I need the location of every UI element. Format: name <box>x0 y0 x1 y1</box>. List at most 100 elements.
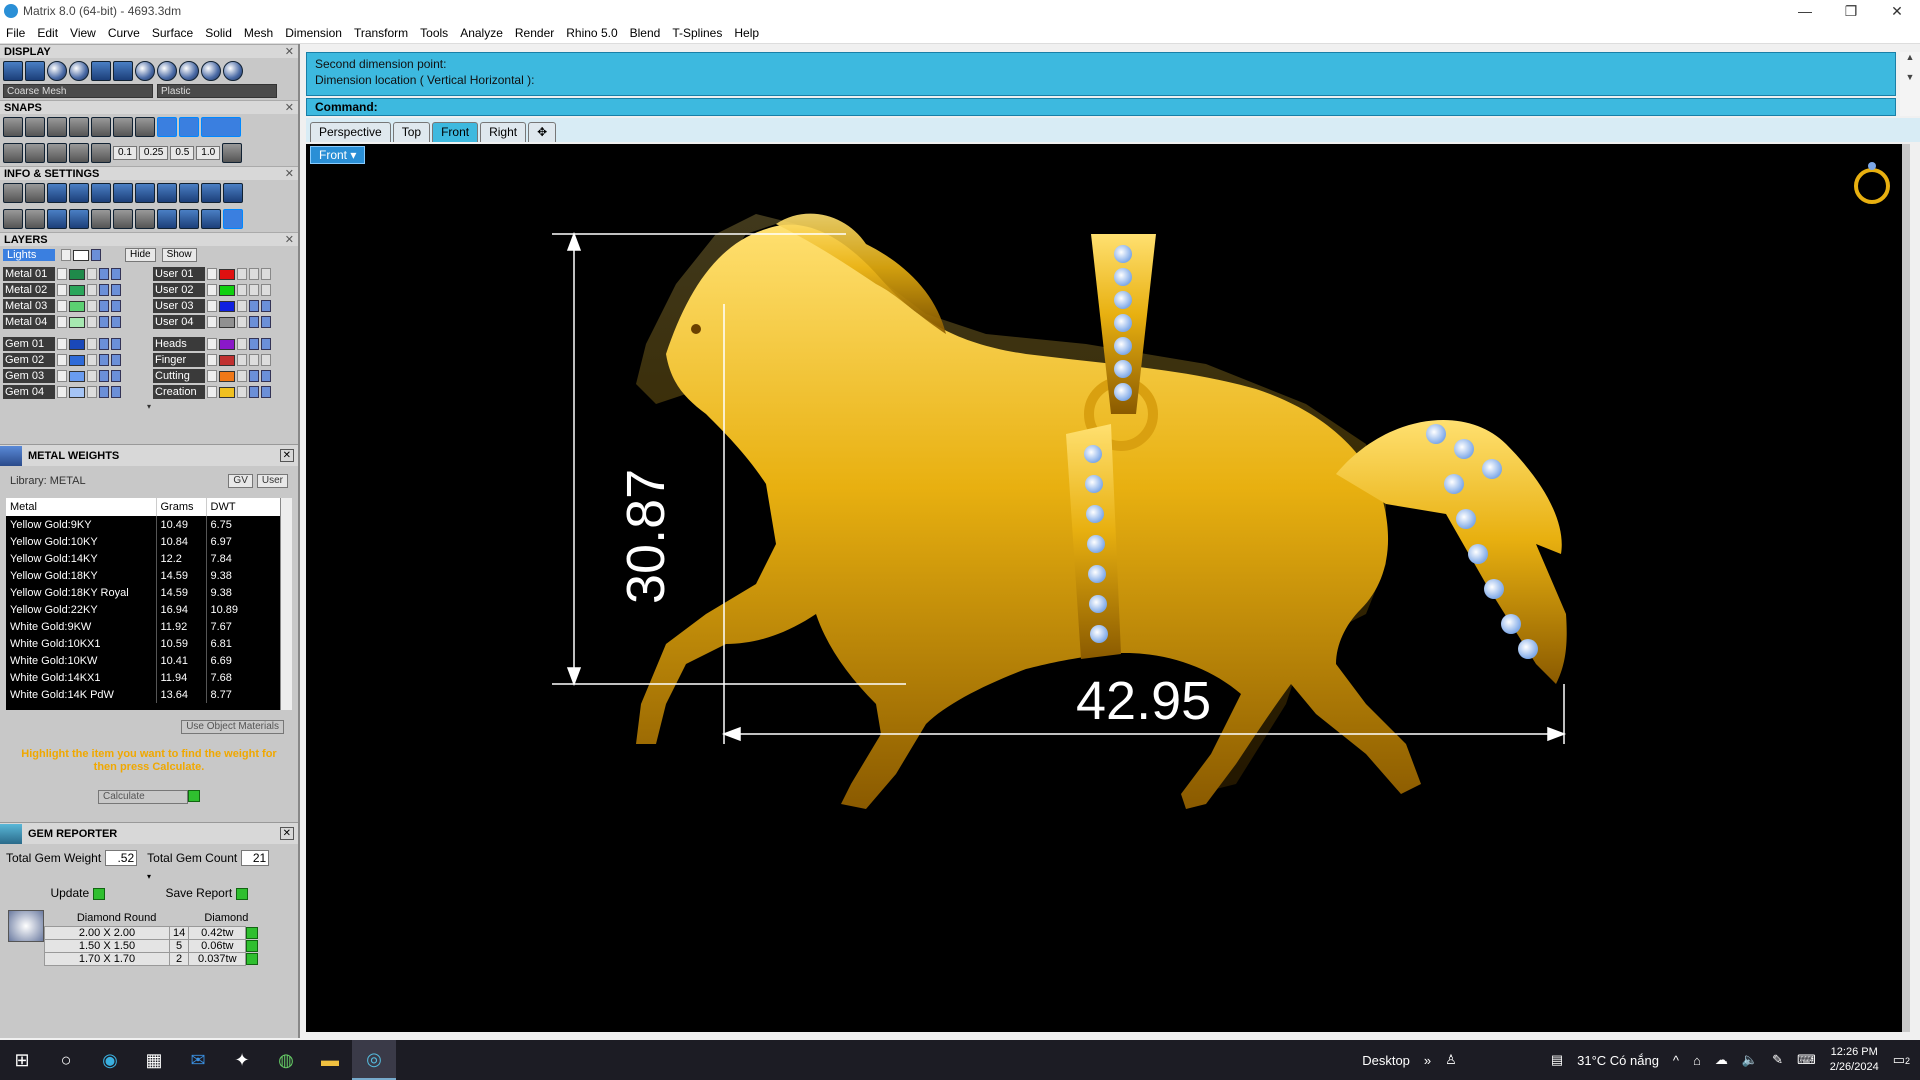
layer-row-gem-02[interactable]: Gem 02 <box>3 352 153 368</box>
gem-icon[interactable] <box>1114 245 1132 263</box>
material-silver-icon[interactable] <box>157 61 177 81</box>
grid-icon[interactable] <box>222 143 243 163</box>
calculate-go-icon[interactable] <box>188 789 200 802</box>
layers-icon[interactable] <box>47 183 67 203</box>
gem-icon[interactable] <box>1468 544 1488 564</box>
clock[interactable]: 12:26 PM 2/26/2024 <box>1830 1045 1879 1075</box>
lock-icon[interactable] <box>87 300 97 312</box>
layer-row-user-02[interactable]: User 02 <box>153 282 303 298</box>
lock-icon[interactable] <box>87 338 97 350</box>
visibility-toggle[interactable] <box>249 370 259 382</box>
layer-color-swatch[interactable] <box>69 370 85 382</box>
people-icon[interactable]: ♙ <box>1445 1052 1457 1068</box>
layer-color-swatch[interactable] <box>69 300 85 312</box>
visibility-toggle[interactable] <box>249 386 259 398</box>
menu-render[interactable]: Render <box>509 26 560 40</box>
report-icon[interactable] <box>223 183 243 203</box>
store-icon[interactable]: ▦ <box>132 1040 176 1080</box>
gem-icon[interactable] <box>1114 291 1132 309</box>
layer-arrow[interactable] <box>57 338 67 350</box>
minimize-button[interactable]: — <box>1782 0 1828 22</box>
perp-snap-icon[interactable] <box>91 117 111 137</box>
menu-analyze[interactable]: Analyze <box>454 26 509 40</box>
layer-color-swatch[interactable] <box>219 354 235 366</box>
layer-color-swatch[interactable] <box>219 284 235 296</box>
layer-toggle[interactable] <box>91 249 101 261</box>
curve-snap-icon[interactable] <box>47 143 67 163</box>
close-icon[interactable]: ✕ <box>285 233 294 247</box>
gem-icon[interactable] <box>1087 535 1105 553</box>
layer-toggle[interactable] <box>111 386 121 398</box>
menu-curve[interactable]: Curve <box>102 26 146 40</box>
layer-arrow[interactable] <box>57 370 67 382</box>
lock-icon[interactable] <box>237 284 247 296</box>
layer-arrow[interactable] <box>207 370 217 382</box>
table-row[interactable]: White Gold:10KX1 10.59 6.81 <box>6 635 281 652</box>
volume-icon[interactable]: 🔈 <box>1742 1052 1758 1068</box>
layer-arrow[interactable] <box>57 284 67 296</box>
gem-icon[interactable] <box>1090 625 1108 643</box>
menu-dimension[interactable]: Dimension <box>279 26 348 40</box>
visibility-toggle[interactable] <box>99 354 109 366</box>
keyboard-icon[interactable]: ⌨ <box>1797 1052 1816 1068</box>
mail-icon[interactable]: ✉ <box>176 1040 220 1080</box>
close-icon[interactable]: ✕ <box>285 45 294 59</box>
visibility-toggle[interactable] <box>249 354 259 366</box>
layer-arrow[interactable] <box>207 386 217 398</box>
chart-icon[interactable] <box>135 209 155 229</box>
layer-color-swatch[interactable] <box>219 338 235 350</box>
close-icon[interactable]: ✕ <box>279 449 294 462</box>
windows-start-icon[interactable]: ⊞ <box>0 1040 44 1080</box>
gem-icon[interactable] <box>1454 439 1474 459</box>
layer-snap-icon[interactable] <box>25 143 45 163</box>
import-icon[interactable] <box>179 183 199 203</box>
gem-row[interactable]: 1.50 X 1.50 5 0.06tw <box>44 938 265 953</box>
planar-icon[interactable] <box>201 117 241 137</box>
search-icon[interactable]: ○ <box>44 1040 88 1080</box>
layer-row-creation[interactable]: Creation <box>153 384 303 400</box>
menu-rhino[interactable]: Rhino 5.0 <box>560 26 623 40</box>
layer-toggle[interactable] <box>261 338 271 350</box>
weight-icon[interactable] <box>201 209 221 229</box>
library-icon[interactable] <box>157 183 177 203</box>
table-row[interactable]: White Gold:9KW 11.92 7.67 <box>6 618 281 635</box>
snap-value-1[interactable]: 0.1 <box>113 146 137 160</box>
layer-color-swatch[interactable] <box>219 370 235 382</box>
layer-row-heads[interactable]: Heads <box>153 336 303 352</box>
menu-mesh[interactable]: Mesh <box>238 26 279 40</box>
menu-tsplines[interactable]: T-Splines <box>666 26 728 40</box>
layer-arrow[interactable] <box>57 300 67 312</box>
gem-row[interactable]: 2.00 X 2.00 14 0.42tw <box>44 925 265 940</box>
maximize-button[interactable]: ❐ <box>1828 0 1874 22</box>
layer-row-metal-01[interactable]: Metal 01 <box>3 266 153 282</box>
table-row[interactable]: Yellow Gold:18KY Royal 14.59 9.38 <box>6 584 281 601</box>
gem-row[interactable]: 1.70 X 1.70 2 0.037tw <box>44 951 265 966</box>
col-grams[interactable]: Grams <box>156 498 207 516</box>
layer-arrow[interactable] <box>207 284 217 296</box>
layer-toggle[interactable] <box>261 386 271 398</box>
layer-color-swatch[interactable] <box>69 284 85 296</box>
tan-snap-icon[interactable] <box>113 117 133 137</box>
table-row[interactable]: Yellow Gold:10KY 10.84 6.97 <box>6 533 281 550</box>
gem-icon[interactable] <box>1089 595 1107 613</box>
gem-row-go-icon[interactable] <box>246 926 264 939</box>
menu-solid[interactable]: Solid <box>199 26 238 40</box>
table-row[interactable]: Yellow Gold:9KY 10.49 6.75 <box>6 516 281 533</box>
menu-tools[interactable]: Tools <box>414 26 454 40</box>
layer-color-swatch[interactable] <box>69 268 85 280</box>
onedrive-icon[interactable]: ☁ <box>1715 1052 1728 1068</box>
gem-icon[interactable] <box>1456 509 1476 529</box>
layer-row-finger[interactable]: Finger <box>153 352 303 368</box>
layer-row-gem-03[interactable]: Gem 03 <box>3 368 153 384</box>
layer-color-swatch[interactable] <box>219 386 235 398</box>
update-button[interactable]: Update <box>50 886 105 900</box>
hide-button[interactable]: Hide <box>125 248 156 262</box>
gem-icon[interactable] <box>1088 565 1106 583</box>
layer-arrow[interactable] <box>57 386 67 398</box>
visibility-toggle[interactable] <box>249 284 259 296</box>
layer-row-metal-04[interactable]: Metal 04 <box>3 314 153 330</box>
gem-icon[interactable] <box>1114 337 1132 355</box>
add-view-icon[interactable]: ✥ <box>528 122 557 142</box>
shaded-icon[interactable] <box>47 61 67 81</box>
gem-icon[interactable] <box>1114 360 1132 378</box>
